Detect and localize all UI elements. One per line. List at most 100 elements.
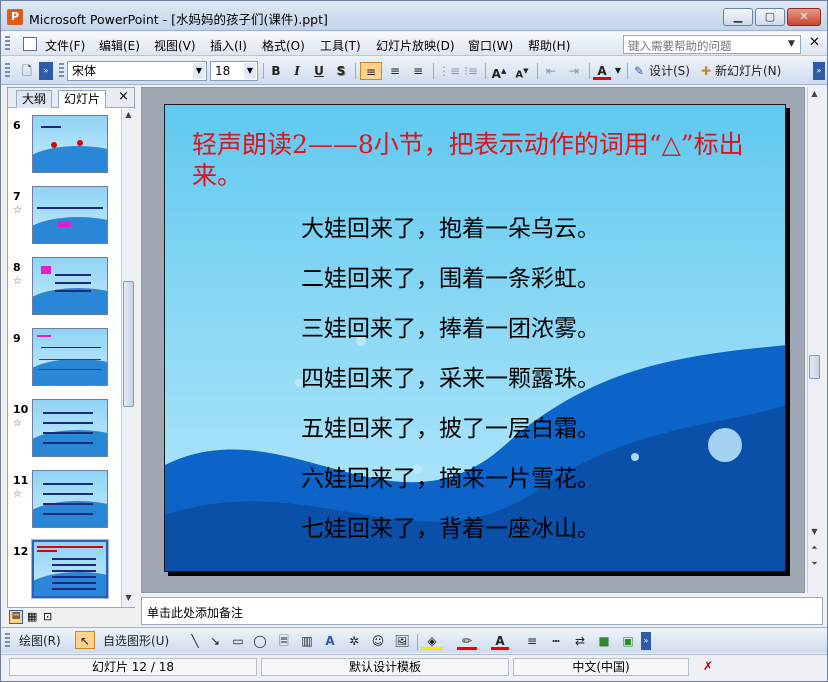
- font-name-dropdown-icon[interactable]: ▼: [193, 63, 205, 79]
- font-size-dropdown-icon[interactable]: ▼: [244, 63, 256, 79]
- bullets-icon[interactable]: ⁝≡: [461, 62, 481, 80]
- slide-thumbnail-9[interactable]: [32, 328, 108, 386]
- rectangle-icon[interactable]: ▭: [229, 632, 247, 650]
- menu-format[interactable]: 格式(O): [262, 37, 305, 54]
- tab-slides[interactable]: 幻灯片: [58, 90, 107, 108]
- close-button[interactable]: ✕: [787, 8, 821, 26]
- menu-slideshow[interactable]: 幻灯片放映(D): [376, 37, 455, 54]
- drawbar-grip[interactable]: [5, 633, 10, 649]
- menubar-grip[interactable]: [5, 36, 10, 52]
- slide-text-line[interactable]: 四娃回来了，采来一颗露珠。: [301, 359, 600, 393]
- notes-placeholder[interactable]: 单击此处添加备注: [147, 604, 243, 621]
- menu-window[interactable]: 窗口(W): [468, 37, 513, 54]
- align-right-icon[interactable]: ≡: [408, 62, 428, 80]
- slide-text-line[interactable]: 三娃回来了，捧着一团浓雾。: [301, 309, 600, 343]
- slide-thumbnail-8[interactable]: [32, 257, 108, 315]
- scroll-up-icon[interactable]: ▲: [809, 89, 820, 101]
- line-style-icon[interactable]: ≡: [523, 632, 541, 650]
- scroll-down-icon[interactable]: ▼: [123, 593, 134, 605]
- notes-pane[interactable]: 单击此处添加备注: [141, 597, 823, 625]
- slide-text-line[interactable]: 五娃回来了，披了一层白霜。: [301, 409, 600, 443]
- align-center-icon[interactable]: ≡: [385, 62, 405, 80]
- thumbnail-scrollbar[interactable]: ▲ ▼: [121, 109, 135, 607]
- font-size-select[interactable]: 18 ▼: [210, 61, 258, 81]
- textbox-icon[interactable]: 🗏: [275, 632, 293, 650]
- fill-color-icon[interactable]: ◈: [421, 632, 443, 650]
- slide-text-line[interactable]: 七娃回来了，背着一座冰山。: [301, 509, 600, 543]
- font-color-dropdown-icon[interactable]: ▼: [613, 62, 623, 80]
- menu-file[interactable]: 文件(F): [45, 37, 85, 54]
- shadow-style-icon[interactable]: ■: [595, 632, 613, 650]
- arrow-icon[interactable]: ↘: [207, 632, 223, 650]
- toolbar-grip[interactable]: [5, 63, 10, 79]
- increase-font-icon[interactable]: A▲: [489, 62, 509, 81]
- pane-close-icon[interactable]: ×: [118, 89, 129, 104]
- scroll-down-icon[interactable]: ▼: [809, 527, 820, 539]
- slide-text-line[interactable]: 二娃回来了，围着一条彩虹。: [301, 259, 600, 293]
- line-color-icon[interactable]: ✏: [457, 632, 477, 650]
- document-icon[interactable]: [23, 37, 37, 51]
- draw-menu-button[interactable]: 绘图(R): [19, 632, 71, 650]
- slide-scroll-thumb[interactable]: [809, 355, 820, 379]
- select-objects-icon[interactable]: ↖: [75, 631, 95, 649]
- next-slide-icon[interactable]: ⏷: [809, 559, 820, 571]
- toolbar-options-icon[interactable]: »: [39, 62, 53, 80]
- clipart-icon[interactable]: ☺: [369, 632, 387, 650]
- new-slide-button[interactable]: 新幻灯片(N): [715, 62, 795, 80]
- normal-view-icon[interactable]: ▤: [9, 610, 23, 624]
- menubar-close-icon[interactable]: ✕: [809, 35, 820, 50]
- spellcheck-icon[interactable]: ✗: [693, 658, 723, 676]
- menu-edit[interactable]: 编辑(E): [99, 37, 140, 54]
- toolbar-options-icon[interactable]: »: [641, 632, 651, 650]
- numbering-icon[interactable]: ⋮≡: [438, 62, 460, 80]
- vertical-textbox-icon[interactable]: ▥: [298, 632, 316, 650]
- autoshapes-button[interactable]: 自选图形(U): [103, 632, 183, 650]
- underline-button[interactable]: U: [310, 62, 328, 80]
- design-button[interactable]: 设计(S): [649, 62, 695, 80]
- oval-icon[interactable]: ◯: [251, 632, 269, 650]
- font-name-select[interactable]: 宋体 ▼: [67, 61, 207, 81]
- tab-outline[interactable]: 大纲: [16, 90, 53, 108]
- shadow-button[interactable]: S: [332, 62, 350, 80]
- toolbar-options-icon[interactable]: »: [813, 62, 825, 80]
- dash-style-icon[interactable]: ┅: [547, 632, 565, 650]
- slideshow-view-icon[interactable]: ⊡: [43, 610, 52, 623]
- menu-insert[interactable]: 插入(I): [210, 37, 247, 54]
- minimize-button[interactable]: ▁: [723, 8, 753, 26]
- arrow-style-icon[interactable]: ⇄: [571, 632, 589, 650]
- decrease-font-icon[interactable]: A▼: [512, 62, 532, 80]
- toolbar-grip-2[interactable]: [59, 63, 64, 79]
- new-document-icon[interactable]: 🗋: [17, 62, 37, 80]
- slide-thumbnail-12[interactable]: [31, 539, 109, 599]
- slide-title[interactable]: 轻声朗读2——8小节，把表示动作的词用“△”标出来。: [192, 129, 762, 191]
- new-slide-icon[interactable]: ✚: [698, 62, 714, 80]
- slide-thumbnail-11[interactable]: [32, 470, 108, 528]
- maximize-button[interactable]: ▢: [755, 8, 785, 26]
- slide-text-line[interactable]: 大娃回来了，抱着一朵乌云。: [301, 209, 600, 243]
- menu-view[interactable]: 视图(V): [154, 37, 196, 54]
- picture-icon[interactable]: 🖼: [393, 632, 411, 650]
- menu-tools[interactable]: 工具(T): [320, 37, 361, 54]
- diagram-icon[interactable]: ✲: [345, 632, 363, 650]
- bold-button[interactable]: B: [267, 62, 285, 80]
- slide-sorter-icon[interactable]: ▦: [27, 610, 37, 623]
- previous-slide-icon[interactable]: ⏶: [809, 543, 820, 555]
- slide-thumbnail-7[interactable]: [32, 186, 108, 244]
- slide-text-line[interactable]: 六娃回来了，摘来一片雪花。: [301, 459, 600, 493]
- font-color-icon[interactable]: A: [491, 632, 509, 650]
- increase-indent-icon[interactable]: ⇥: [564, 62, 584, 80]
- slide-scrollbar[interactable]: ▲ ▼ ⏶ ⏷: [807, 87, 823, 593]
- current-slide[interactable]: 轻声朗读2——8小节，把表示动作的词用“△”标出来。 大娃回来了，抱着一朵乌云。…: [164, 104, 786, 572]
- align-left-icon[interactable]: ≡: [360, 62, 382, 80]
- slide-thumbnail-10[interactable]: [32, 399, 108, 457]
- wordart-icon[interactable]: A: [321, 632, 339, 650]
- scroll-up-icon[interactable]: ▲: [123, 110, 134, 122]
- design-icon[interactable]: ✎: [631, 62, 647, 80]
- thumbnail-scroll-thumb[interactable]: [123, 281, 134, 407]
- help-dropdown-icon[interactable]: ▼: [788, 39, 795, 49]
- 3d-style-icon[interactable]: ▣: [619, 632, 637, 650]
- menu-help[interactable]: 帮助(H): [528, 37, 570, 54]
- help-search-input[interactable]: 键入需要帮助的问题: [623, 35, 801, 54]
- line-icon[interactable]: ╲: [187, 632, 203, 650]
- slide-thumbnail-6[interactable]: [32, 115, 108, 173]
